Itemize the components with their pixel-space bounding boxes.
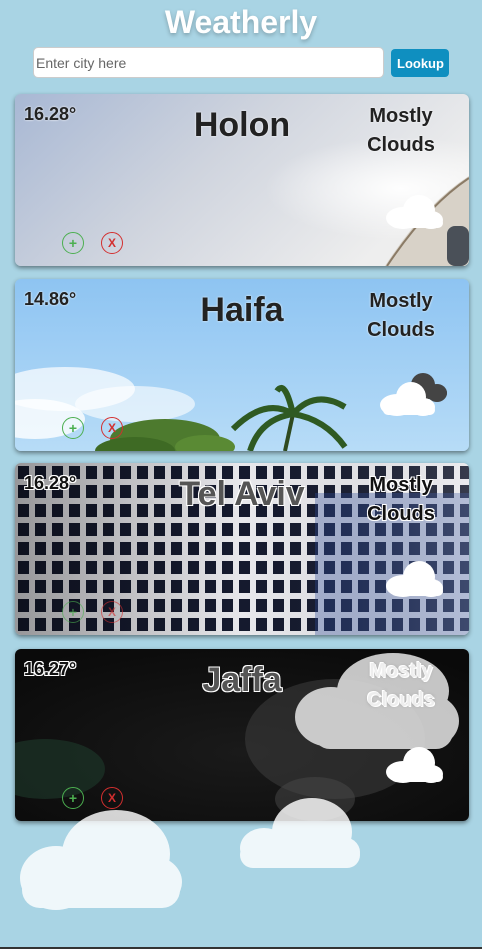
plus-icon: + <box>68 420 78 436</box>
x-icon: X <box>107 236 116 250</box>
weather-description-line2: Clouds <box>367 689 435 711</box>
remove-city-button[interactable]: X <box>101 232 123 254</box>
weather-description: Mostly Clouds <box>361 287 441 345</box>
weather-card-holon: 16.28° Holon Mostly Clouds + X <box>15 94 469 266</box>
plus-icon: + <box>68 604 78 620</box>
weather-card-haifa: 14.86° Haifa Mostly Clouds + X <box>15 279 469 451</box>
weather-card-tel-aviv: 16.28° Tel Aviv Mostly Clouds + X <box>15 463 469 635</box>
weather-description-line1: Mostly <box>369 474 433 496</box>
weather-description: Mostly Clouds <box>361 657 441 715</box>
cloud-icon <box>386 195 443 229</box>
remove-city-button[interactable]: X <box>101 787 123 809</box>
weather-description-line2: Clouds <box>367 503 435 525</box>
remove-city-button[interactable]: X <box>101 601 123 623</box>
city-search-input[interactable] <box>33 47 384 78</box>
cloud-icon <box>386 747 443 783</box>
weather-description-line1: Mostly <box>369 105 433 127</box>
x-icon: X <box>107 791 116 805</box>
x-icon: X <box>107 605 116 619</box>
lookup-button[interactable]: Lookup <box>391 49 449 77</box>
add-favorite-button[interactable]: + <box>62 787 84 809</box>
plus-icon: + <box>68 790 78 806</box>
add-favorite-button[interactable]: + <box>62 232 84 254</box>
weather-description-line1: Mostly <box>369 290 433 312</box>
app-title: Weatherly <box>164 4 318 40</box>
add-favorite-button[interactable]: + <box>62 601 84 623</box>
weather-description-line2: Clouds <box>367 319 435 341</box>
background-cloud-decoration <box>240 798 360 868</box>
cloud-icon <box>380 373 447 416</box>
remove-city-button[interactable]: X <box>101 417 123 439</box>
plus-icon: + <box>68 235 78 251</box>
cloud-icon <box>386 561 443 597</box>
add-favorite-button[interactable]: + <box>62 417 84 439</box>
weather-description-line2: Clouds <box>367 134 435 156</box>
weather-description-line1: Mostly <box>369 660 433 682</box>
x-icon: X <box>107 421 116 435</box>
background-cloud-decoration <box>20 810 182 910</box>
weather-description: Mostly Clouds <box>361 102 441 160</box>
weather-description: Mostly Clouds <box>361 471 441 529</box>
